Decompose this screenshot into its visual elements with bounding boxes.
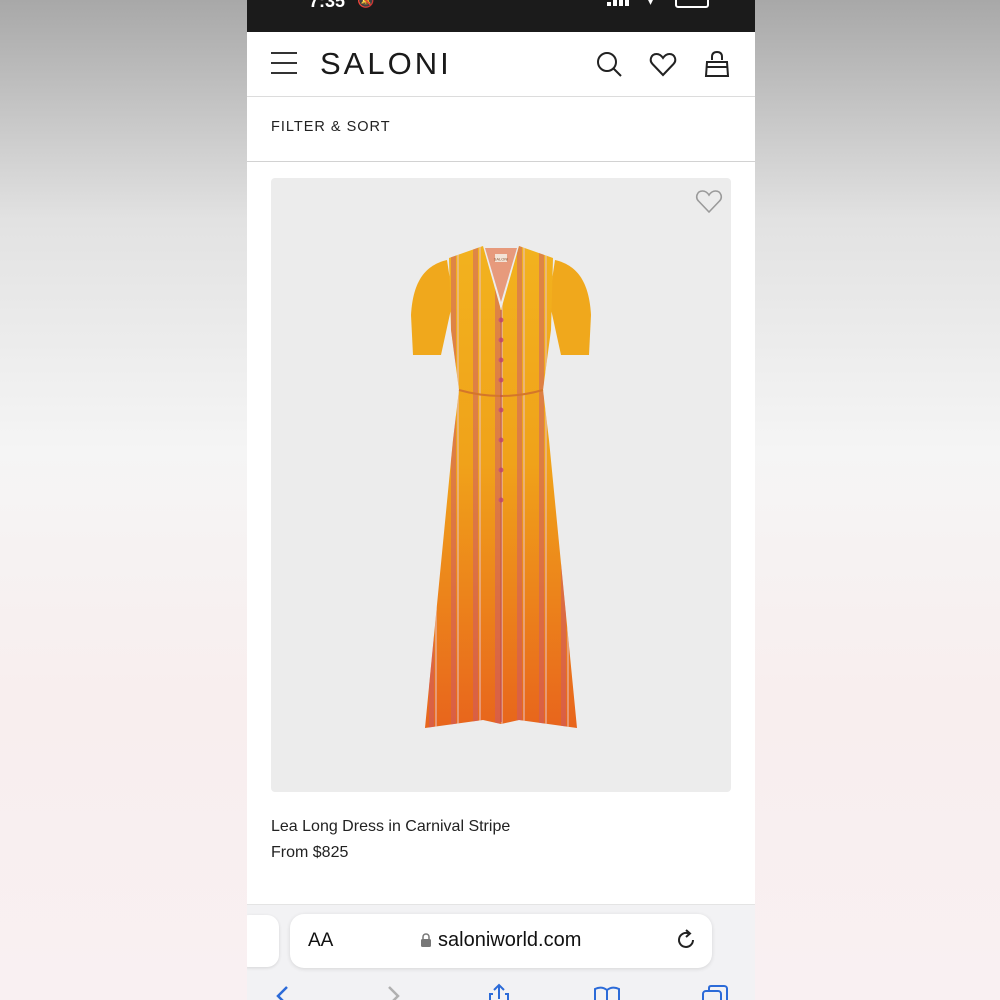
product-name[interactable]: Lea Long Dress in Carnival Stripe [271, 818, 510, 836]
battery-icon [675, 0, 709, 8]
text-size-button[interactable]: AA [308, 930, 333, 952]
address-bar[interactable]: AA saloniworld.com [290, 914, 712, 968]
wifi-icon: ▾ [647, 0, 655, 8]
url-container: saloniworld.com [420, 929, 581, 952]
menu-icon[interactable] [271, 52, 297, 74]
heart-icon[interactable] [649, 50, 677, 78]
bag-icon[interactable] [703, 50, 731, 78]
product-image[interactable]: SALONI [401, 240, 601, 740]
reload-icon[interactable] [674, 928, 698, 952]
back-icon[interactable] [269, 983, 297, 1000]
signal-icon [607, 0, 629, 6]
filter-sort-label: FILTER & SORT [271, 119, 391, 135]
filter-sort-bar[interactable]: FILTER & SORT [247, 97, 755, 162]
lock-icon [421, 933, 431, 947]
status-time: 7:35 [309, 0, 346, 11]
forward-icon[interactable] [379, 983, 407, 1000]
product-card[interactable]: SALONI [271, 178, 731, 792]
browser-toolbar: AA saloniworld.com [247, 904, 755, 1000]
site-logo[interactable]: SALONI [320, 46, 452, 82]
background-left [0, 0, 247, 1000]
site-header: SALONI [247, 32, 755, 97]
status-bar: 7:35 🔕 ▾ [247, 0, 755, 32]
share-icon[interactable] [485, 983, 513, 1000]
wishlist-heart-icon[interactable] [695, 188, 723, 214]
dress-label: SALONI [494, 257, 509, 262]
bookmarks-icon[interactable] [593, 983, 621, 1000]
url-text: saloniworld.com [438, 929, 582, 951]
phone-screen: 7:35 🔕 ▾ SALONI FILTER & SORT SALONI Lea… [247, 0, 755, 1000]
tabs-icon[interactable] [701, 983, 729, 1000]
product-price: From $825 [271, 844, 349, 861]
background-right [755, 0, 1000, 1000]
mute-icon: 🔕 [357, 0, 375, 8]
previous-tab[interactable] [247, 915, 279, 967]
search-icon[interactable] [595, 50, 623, 78]
